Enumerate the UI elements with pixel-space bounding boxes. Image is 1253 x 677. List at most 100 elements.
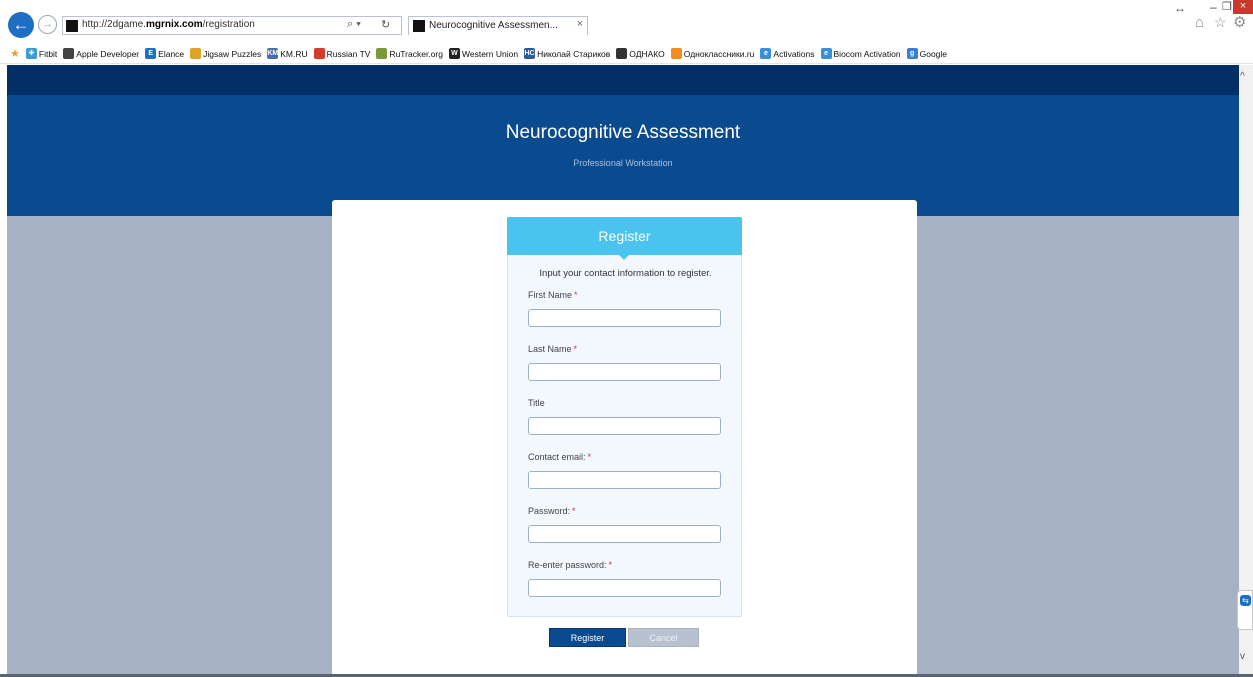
fitbit-icon: ⁜ bbox=[25, 48, 37, 59]
favorite-label: KM.RU bbox=[280, 48, 308, 59]
scroll-up-icon[interactable]: ^ bbox=[1240, 71, 1245, 82]
required-marker: * bbox=[587, 452, 592, 462]
tab-favicon-icon bbox=[413, 20, 425, 32]
header-band bbox=[7, 95, 1239, 216]
google-icon: g bbox=[906, 48, 918, 59]
jigsaw-icon bbox=[190, 48, 202, 59]
russiantv-icon bbox=[313, 48, 325, 59]
favorite-item[interactable]: Jigsaw Puzzles bbox=[190, 48, 261, 59]
top-nav-strip bbox=[7, 65, 1239, 95]
ie-icon: e bbox=[820, 48, 832, 59]
rutracker-icon bbox=[376, 48, 388, 59]
favorite-item[interactable]: E Elance bbox=[145, 48, 184, 59]
favorite-label: Jigsaw Puzzles bbox=[203, 48, 262, 59]
teamviewer-icon[interactable]: ⇆ bbox=[1240, 595, 1251, 606]
favorite-label: Николай Стариков bbox=[537, 48, 611, 59]
ie-icon: e bbox=[760, 48, 772, 59]
favorite-item[interactable]: Одноклассники.ru bbox=[670, 48, 755, 59]
favorite-label: ОДНАКО bbox=[629, 48, 665, 59]
minimize-icon[interactable]: – bbox=[1210, 0, 1217, 14]
register-button[interactable]: Register bbox=[549, 628, 626, 647]
side-widget[interactable]: ⇆ bbox=[1237, 590, 1253, 630]
page-subtitle: Professional Workstation bbox=[573, 158, 673, 168]
favorite-label: Biocom Activation bbox=[833, 48, 901, 59]
field-input[interactable] bbox=[528, 525, 721, 543]
scroll-down-icon[interactable]: v bbox=[1240, 651, 1245, 662]
gear-icon[interactable]: ⚙ bbox=[1233, 13, 1246, 31]
favorite-item[interactable]: g Google bbox=[906, 48, 948, 59]
tab-title: Neurocognitive Assessmen... bbox=[429, 20, 558, 31]
required-marker: * bbox=[608, 560, 613, 570]
favorites-star-icon[interactable]: ☆ bbox=[1214, 14, 1227, 31]
url-text: http://2dgame.mgrnix.com/registration bbox=[82, 19, 255, 30]
favorite-item[interactable]: e Activations bbox=[760, 48, 815, 59]
nc-icon: НС bbox=[524, 48, 536, 59]
elance-icon: E bbox=[145, 48, 157, 59]
form-intro: Input your contact information to regist… bbox=[539, 268, 712, 279]
field-label-text: Password: bbox=[528, 506, 571, 516]
odnako-icon bbox=[616, 48, 628, 59]
browser-toolbar: ← → http://2dgame.mgrnix.com/registratio… bbox=[0, 0, 1253, 44]
favorite-item[interactable]: НС Николай Стариков bbox=[524, 48, 610, 59]
field-input[interactable] bbox=[528, 417, 721, 435]
favorite-item[interactable]: W Western Union bbox=[448, 48, 519, 59]
address-bar[interactable]: http://2dgame.mgrnix.com/registration ⌕ … bbox=[62, 16, 402, 35]
favorite-item[interactable]: ОДНАКО bbox=[616, 48, 665, 59]
close-window-icon[interactable]: × bbox=[1233, 0, 1253, 14]
favorite-item[interactable]: Russian TV bbox=[313, 48, 371, 59]
favorite-label: Одноклассники.ru bbox=[683, 48, 755, 59]
favorite-item[interactable]: e Biocom Activation bbox=[820, 48, 901, 59]
field-input[interactable] bbox=[528, 579, 721, 597]
field-input[interactable] bbox=[528, 363, 721, 381]
content-card: Register Input your contact information … bbox=[332, 200, 917, 674]
heading-pointer bbox=[619, 255, 629, 260]
favorites-star-add-icon[interactable]: ★ bbox=[10, 47, 20, 60]
field-label-text: Last Name bbox=[528, 344, 572, 354]
field-label-text: Contact email: bbox=[528, 452, 586, 462]
home-icon[interactable]: ⌂ bbox=[1195, 14, 1204, 31]
page-title: Neurocognitive Assessment bbox=[505, 122, 741, 143]
field-label: First Name * bbox=[528, 290, 578, 300]
field-label-text: Re-enter password: bbox=[528, 560, 607, 570]
required-marker: * bbox=[573, 344, 578, 354]
browser-tab[interactable]: Neurocognitive Assessmen... × bbox=[408, 16, 588, 35]
field-input[interactable] bbox=[528, 309, 721, 327]
tab-close-icon[interactable]: × bbox=[577, 18, 583, 30]
field-label: Password: * bbox=[528, 506, 576, 516]
field-label: Contact email: * bbox=[528, 452, 591, 462]
favorite-label: RuTracker.org bbox=[389, 48, 443, 59]
favorite-item[interactable]: RuTracker.org bbox=[376, 48, 443, 59]
resize-icon[interactable]: ↔ bbox=[1174, 1, 1186, 15]
favorite-item[interactable]: KM KM.RU bbox=[267, 48, 308, 59]
field-label: Title bbox=[528, 398, 545, 408]
required-marker: * bbox=[572, 506, 576, 516]
favorite-item[interactable]: ⁜ Fitbit bbox=[25, 48, 58, 59]
field-label-text: Title bbox=[528, 398, 545, 408]
westernunion-icon: W bbox=[448, 48, 460, 59]
favorite-label: Fitbit bbox=[38, 48, 58, 59]
favorite-label: Apple Developer bbox=[76, 48, 140, 59]
field-label: Re-enter password: * bbox=[528, 560, 612, 570]
site-favicon-icon bbox=[66, 20, 78, 32]
favorites-bar: ★ ⁜ Fitbit Apple Developer E Elance Jigsaw Pu… bbox=[0, 44, 1253, 64]
forward-button[interactable]: → bbox=[38, 15, 57, 34]
field-label-text: First Name bbox=[528, 290, 573, 300]
search-icon[interactable]: ⌕ ▾ bbox=[347, 18, 361, 31]
favorite-label: Activations bbox=[773, 48, 815, 59]
cancel-button[interactable]: Cancel bbox=[628, 628, 699, 647]
favorite-label: Western Union bbox=[461, 48, 519, 59]
apple-icon bbox=[63, 48, 75, 59]
kmru-icon: KM bbox=[267, 48, 279, 59]
registration-form: Register Input your contact information … bbox=[507, 217, 742, 617]
favorite-label: Elance bbox=[158, 48, 185, 59]
favorite-label: Google bbox=[919, 48, 948, 59]
maximize-icon[interactable]: ❐ bbox=[1222, 0, 1232, 13]
favorite-label: Russian TV bbox=[326, 48, 371, 59]
required-marker: * bbox=[574, 290, 578, 300]
refresh-icon[interactable]: ↻ bbox=[381, 18, 390, 31]
favorite-item[interactable]: Apple Developer bbox=[63, 48, 139, 59]
field-input[interactable] bbox=[528, 471, 721, 489]
vertical-scrollbar[interactable]: ^ v bbox=[1239, 65, 1253, 674]
field-label: Last Name * bbox=[528, 344, 577, 354]
back-button[interactable]: ← bbox=[8, 12, 34, 38]
